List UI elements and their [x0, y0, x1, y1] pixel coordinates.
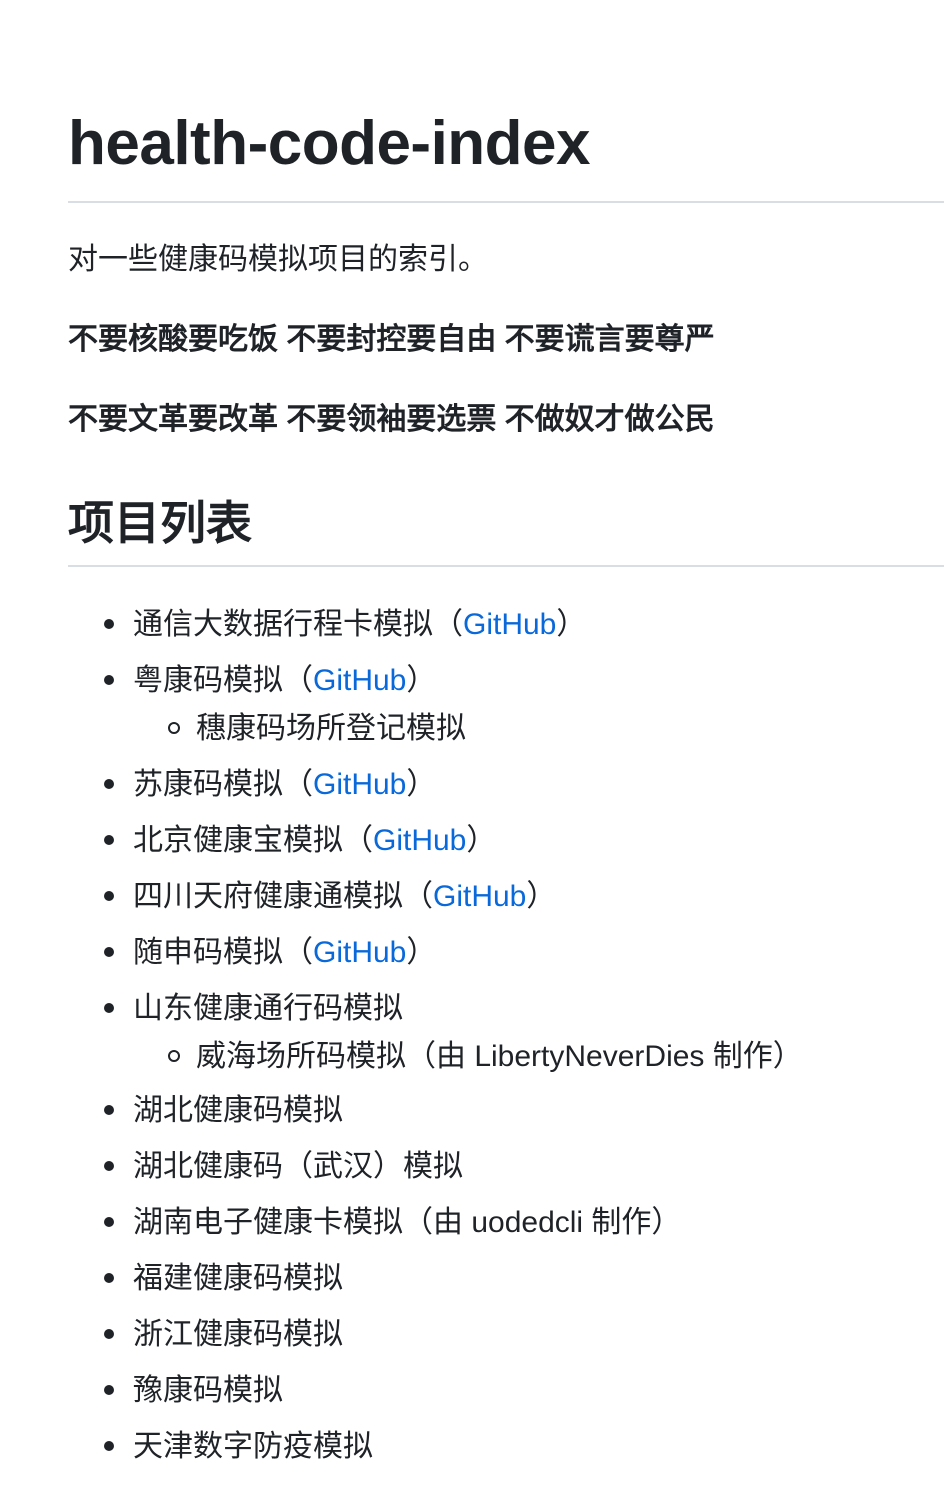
list-item: 随申码模拟（GitHub）: [104, 933, 436, 973]
list-item: 天津数字防疫模拟: [104, 1427, 373, 1467]
project-name: 粤康码模拟: [133, 664, 283, 697]
github-link[interactable]: GitHub: [463, 608, 556, 641]
bullet-icon: [104, 1441, 114, 1452]
project-name: 通信大数据行程卡模拟: [133, 608, 433, 641]
list-item: 湖北健康码（武汉）模拟: [104, 1147, 463, 1187]
project-name: 山东健康通行码模拟: [133, 992, 403, 1025]
bullet-icon: [104, 1217, 114, 1228]
bullet-icon: [104, 1385, 114, 1396]
bullet-icon: [104, 1329, 114, 1340]
slogan-line-1: 不要核酸要吃饭 不要封控要自由 不要谎言要尊严: [68, 323, 715, 356]
list-item: 湖北健康码模拟: [104, 1091, 343, 1131]
github-link[interactable]: GitHub: [313, 936, 406, 969]
sub-project-name: 威海场所码模拟（由 LibertyNeverDies 制作）: [196, 1040, 803, 1073]
project-name: 随申码模拟: [133, 936, 283, 969]
list-item: 山东健康通行码模拟: [104, 989, 403, 1029]
project-name: 北京健康宝模拟: [133, 824, 343, 857]
list-item: 粤康码模拟（GitHub）: [104, 661, 436, 701]
project-name: 福建健康码模拟: [133, 1262, 343, 1295]
bullet-icon: [104, 947, 114, 958]
list-item: 豫康码模拟: [104, 1371, 283, 1411]
bullet-icon: [104, 891, 114, 902]
section-divider: [68, 565, 944, 567]
list-item: 福建健康码模拟: [104, 1259, 343, 1299]
sub-project-name: 穗康码场所登记模拟: [196, 712, 466, 745]
project-name: 苏康码模拟: [133, 768, 283, 801]
project-name: 天津数字防疫模拟: [133, 1430, 373, 1463]
bullet-icon: [104, 779, 114, 790]
sub-list-item: 穗康码场所登记模拟: [168, 709, 466, 749]
project-name: 湖北健康码（武汉）模拟: [133, 1150, 463, 1183]
section-heading-project-list: 项目列表: [68, 497, 252, 549]
github-link[interactable]: GitHub: [313, 768, 406, 801]
list-item: 通信大数据行程卡模拟（GitHub）: [104, 605, 586, 645]
project-name: 湖北健康码模拟: [133, 1094, 343, 1127]
title-divider: [68, 201, 944, 203]
project-name: 豫康码模拟: [133, 1374, 283, 1407]
bullet-icon: [104, 619, 114, 630]
list-item: 北京健康宝模拟（GitHub）: [104, 821, 496, 861]
bullet-icon: [104, 1161, 114, 1172]
project-name: 四川天府健康通模拟: [133, 880, 403, 913]
bullet-icon: [104, 1003, 114, 1014]
github-link[interactable]: GitHub: [433, 880, 526, 913]
intro-paragraph: 对一些健康码模拟项目的索引。: [68, 243, 488, 276]
github-link[interactable]: GitHub: [313, 664, 406, 697]
github-link[interactable]: GitHub: [373, 824, 466, 857]
project-name: 浙江健康码模拟: [133, 1318, 343, 1351]
project-name: 湖南电子健康卡模拟（由 uodedcli 制作）: [133, 1206, 682, 1239]
hollow-bullet-icon: [168, 1050, 180, 1063]
slogan-line-2: 不要文革要改革 不要领袖要选票 不做奴才做公民: [68, 403, 715, 436]
bullet-icon: [104, 1273, 114, 1284]
list-item: 四川天府健康通模拟（GitHub）: [104, 877, 556, 917]
bullet-icon: [104, 835, 114, 846]
list-item: 苏康码模拟（GitHub）: [104, 765, 436, 805]
sub-list-item: 威海场所码模拟（由 LibertyNeverDies 制作）: [168, 1037, 803, 1077]
list-item: 浙江健康码模拟: [104, 1315, 343, 1355]
hollow-bullet-icon: [168, 722, 180, 735]
list-item: 湖南电子健康卡模拟（由 uodedcli 制作）: [104, 1203, 681, 1243]
bullet-icon: [104, 675, 114, 686]
bullet-icon: [104, 1105, 114, 1116]
page-title: health-code-index: [68, 109, 591, 178]
